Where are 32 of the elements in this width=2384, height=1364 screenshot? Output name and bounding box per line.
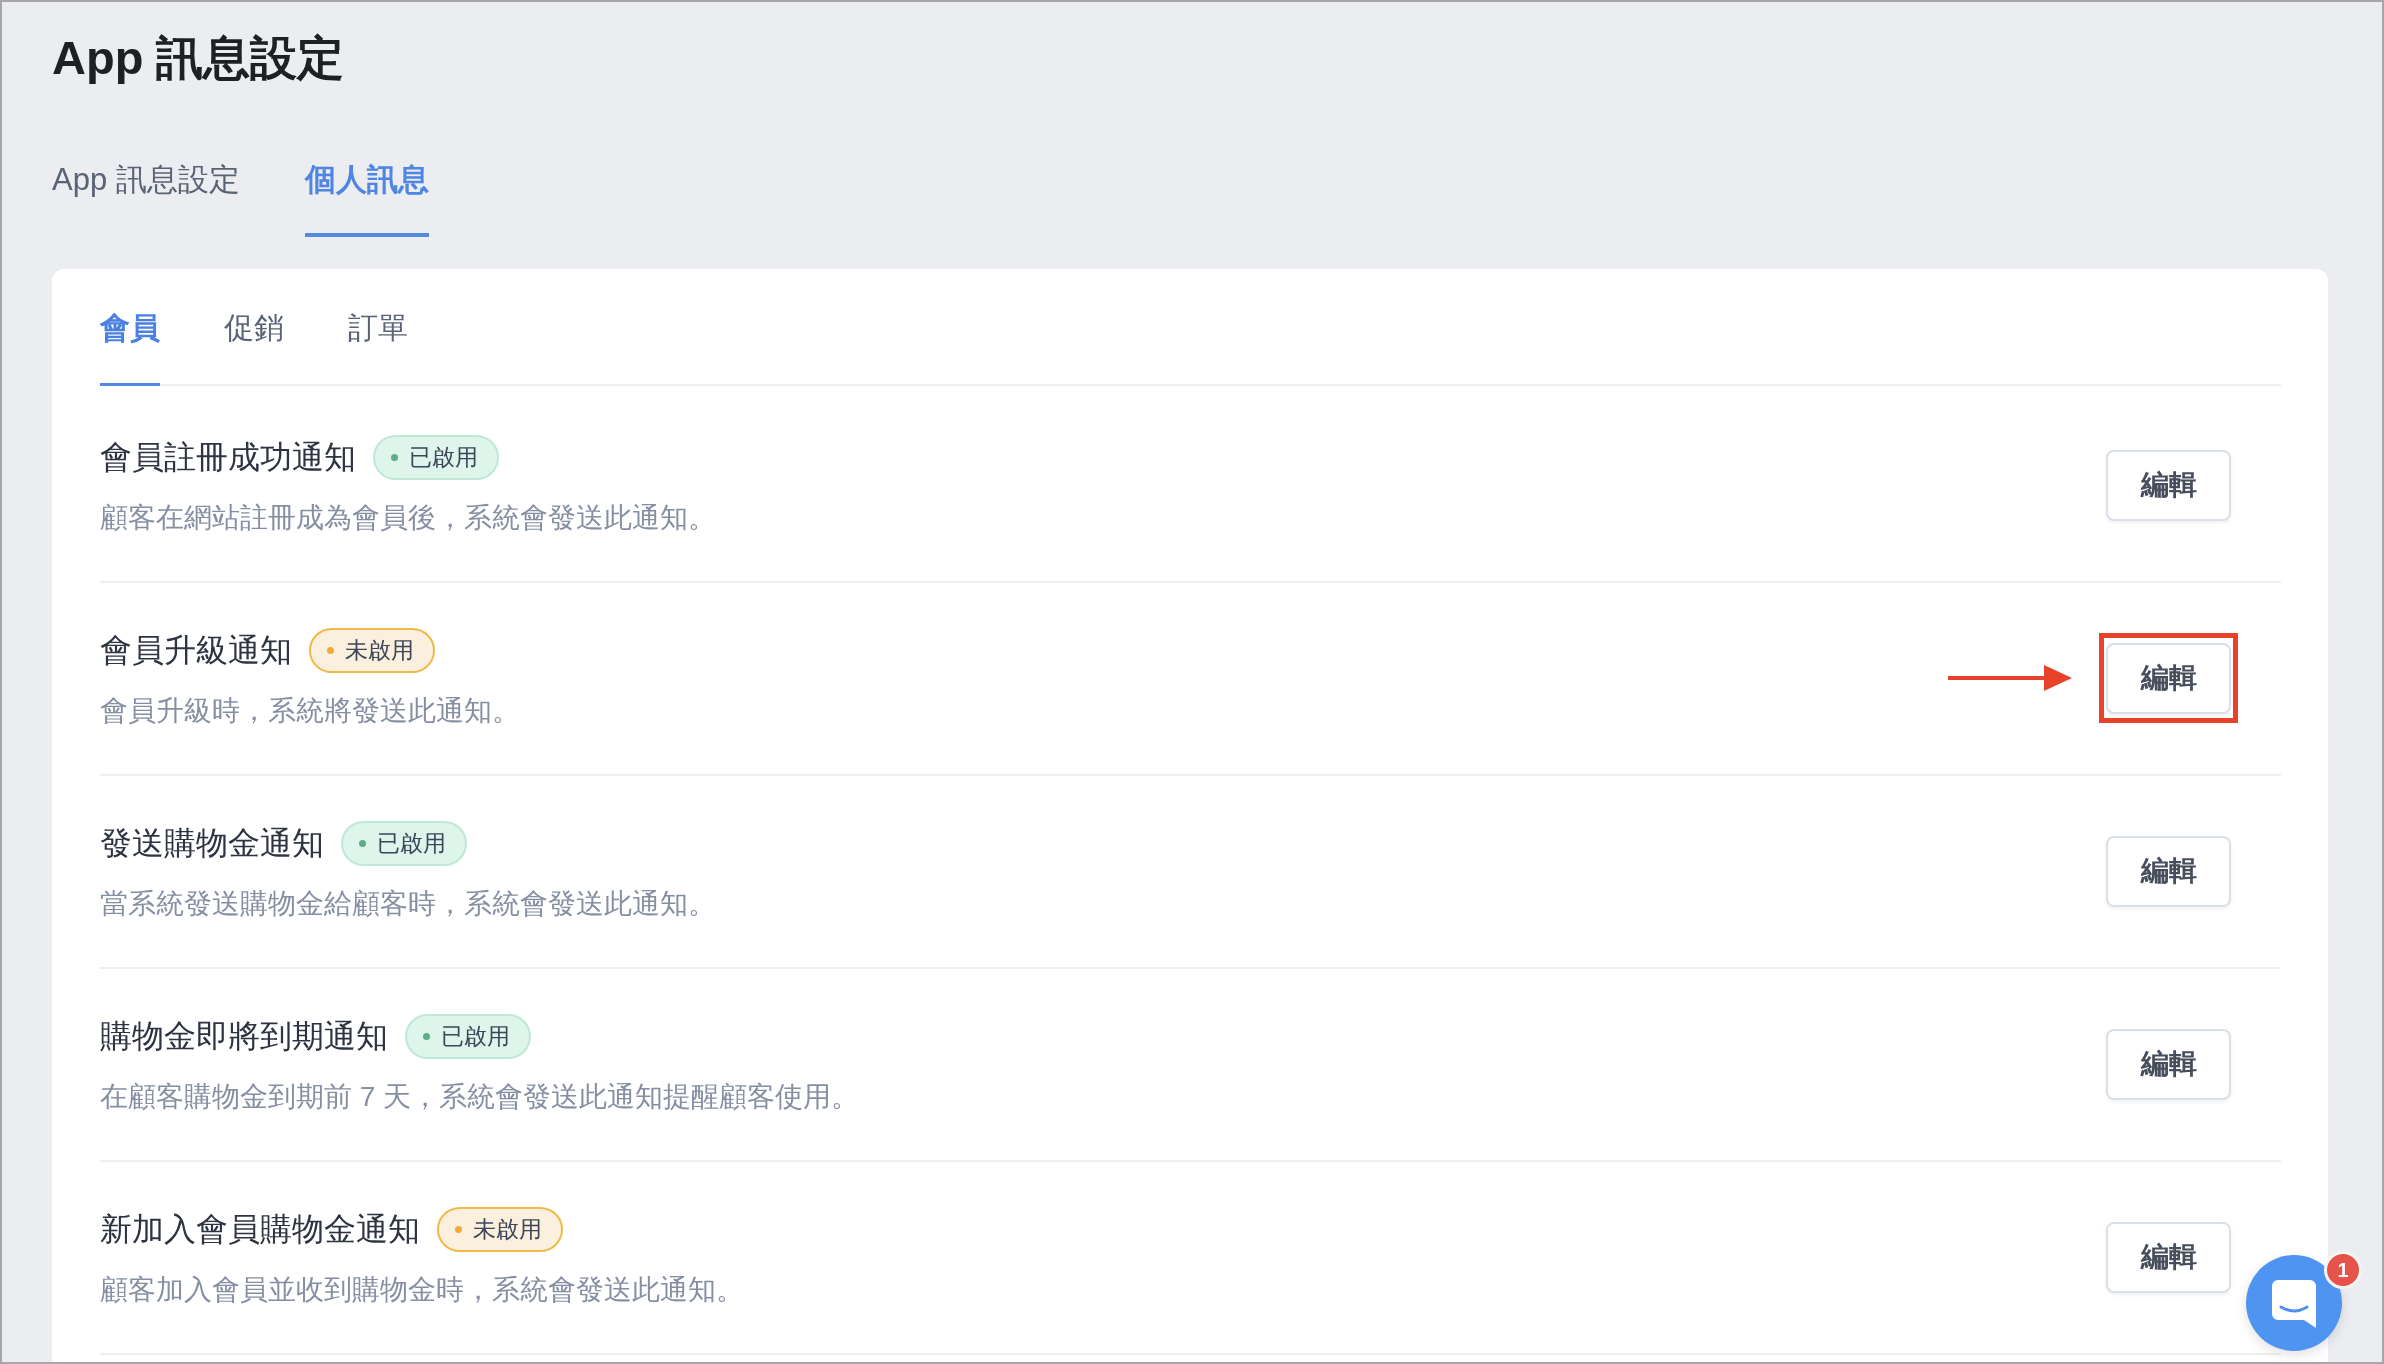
notification-description: 顧客加入會員並收到購物金時，系統會發送此通知。 [100, 1273, 745, 1307]
notification-description: 在顧客購物金到期前 7 天，系統會發送此通知提醒顧客使用。 [100, 1080, 861, 1114]
notification-title: 會員升級通知 [100, 631, 292, 670]
tab[interactable]: 促銷 [224, 269, 284, 386]
status-label: 已啟用 [441, 1022, 510, 1051]
status-label: 已啟用 [409, 443, 478, 472]
chat-icon [2272, 1280, 2316, 1328]
status-dot-icon [391, 453, 398, 461]
notification-title: 購物金即將到期通知 [100, 1017, 388, 1056]
status-dot-icon [359, 839, 366, 847]
notification-description: 會員升級時，系統將發送此通知。 [100, 694, 521, 728]
edit-button[interactable]: 編輯 [2106, 1221, 2231, 1293]
edit-button[interactable]: 編輯 [2106, 1028, 2231, 1100]
edit-button[interactable]: 編輯 [2106, 835, 2231, 907]
notification-title: 新加入會員購物金通知 [100, 1210, 420, 1249]
tab[interactable]: 會員 [100, 269, 160, 386]
tab[interactable]: 訂單 [348, 269, 408, 386]
notification-description: 顧客在網站註冊成為會員後，系統會發送此通知。 [100, 501, 717, 535]
edit-button[interactable]: 編輯 [2106, 642, 2231, 714]
status-dot-icon [327, 646, 334, 654]
edit-button[interactable]: 編輯 [2106, 449, 2231, 521]
status-label: 未啟用 [473, 1215, 542, 1244]
unread-badge: 1 [2324, 1251, 2362, 1289]
notification-title: 會員註冊成功通知 [100, 438, 356, 477]
tab[interactable]: App 訊息設定 [52, 160, 240, 237]
notification-description: 當系統發送購物金給顧客時，系統會發送此通知。 [100, 887, 717, 921]
notification-title: 發送購物金通知 [100, 824, 324, 863]
status-label: 未啟用 [345, 636, 414, 665]
status-dot-icon [423, 1032, 430, 1040]
page-title: App 訊息設定 [52, 30, 346, 86]
status-dot-icon [455, 1225, 462, 1233]
status-label: 已啟用 [377, 829, 446, 858]
